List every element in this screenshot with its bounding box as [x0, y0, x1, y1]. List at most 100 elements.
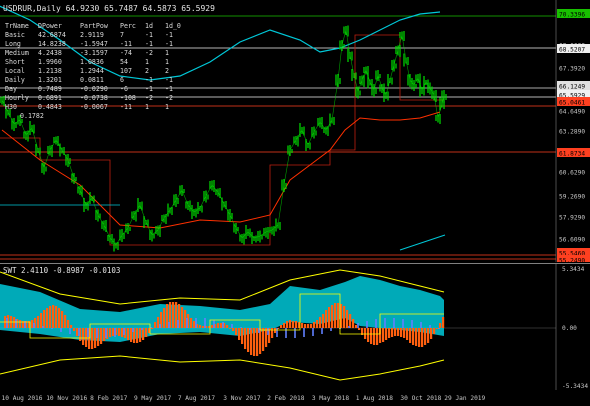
- time-axis: 10 Aug 2016 10 Nov 2016 8 Feb 2017 9 May 20…: [0, 389, 590, 406]
- table-cell: -0.0738: [80, 94, 108, 102]
- table-cell: -1.5947: [80, 40, 108, 48]
- orange-histogram-bar: [364, 328, 367, 339]
- time-axis-label: 8 Feb 2017: [90, 395, 128, 402]
- orange-histogram-bar: [61, 311, 64, 328]
- price-label: 65.0461: [559, 100, 585, 107]
- price-chart-canvas[interactable]: USDRUR,Daily 64.9230 65.7487 64.5873 65.…: [0, 0, 590, 262]
- blue-histogram-bar: [357, 323, 359, 328]
- orange-histogram-bar: [406, 328, 409, 340]
- blue-histogram-bar: [429, 325, 431, 328]
- trend-power-table: TrName DPower PartPow Perc 1d 1d_0 Basic 42.687…: [5, 22, 181, 120]
- orange-histogram-bar: [376, 328, 379, 345]
- time-axis-label: 7 Aug 2017: [178, 395, 216, 402]
- lower-envelope-line: [0, 355, 445, 381]
- orange-histogram-bar: [118, 328, 121, 336]
- table-cell: Daily: [5, 76, 25, 84]
- table-cell: -1: [145, 76, 153, 84]
- blue-histogram-bar: [195, 318, 197, 328]
- blue-histogram-bar: [294, 328, 296, 338]
- table-cell: 1: [145, 103, 149, 111]
- orange-histogram-bar: [385, 328, 388, 340]
- blue-histogram-bar: [249, 328, 251, 330]
- orange-histogram-bar: [49, 306, 52, 328]
- indicator-title: SWT 2.4110 -0.8987 -0.0103: [3, 266, 120, 275]
- blue-histogram-bar: [312, 328, 314, 336]
- blue-histogram-bar: [330, 328, 332, 331]
- time-axis-label: 30 Oct 2018: [400, 395, 441, 402]
- orange-histogram-bar: [121, 328, 124, 337]
- blue-histogram-bar: [285, 328, 287, 338]
- orange-histogram-bar: [262, 328, 265, 351]
- price-label: 67.3920: [559, 66, 585, 73]
- main-price-chart[interactable]: USDRUR,Daily 64.9230 65.7487 64.5873 65.…: [0, 0, 590, 262]
- table-cell: 54: [120, 58, 128, 66]
- price-label: 60.6290: [559, 170, 585, 177]
- table-cell: 1.9960: [38, 58, 62, 66]
- blue-histogram-bar: [267, 328, 269, 335]
- orange-histogram-bar: [415, 328, 418, 346]
- orange-histogram-bar: [331, 305, 334, 328]
- blue-histogram-bar: [240, 327, 242, 328]
- orange-histogram-bar: [85, 328, 88, 347]
- table-cell: 14.8238: [38, 40, 66, 48]
- price-label: 56.6090: [559, 237, 585, 244]
- blue-histogram-bar: [60, 328, 62, 332]
- orange-histogram-bar: [76, 328, 79, 336]
- price-label: 66.1249: [559, 84, 585, 91]
- orange-histogram-bar: [103, 328, 106, 341]
- orange-histogram-bar: [409, 328, 412, 343]
- indicator-canvas[interactable]: SWT 2.4110 -0.8987 -0.0103 5.34340.00-5.…: [0, 264, 590, 390]
- orange-histogram-bar: [352, 319, 355, 328]
- price-label: 64.6490: [559, 109, 585, 116]
- table-cell: 2: [145, 67, 149, 75]
- table-cell: Short: [5, 58, 25, 66]
- orange-histogram-bar: [67, 320, 70, 328]
- table-cell: 0.6891: [38, 94, 62, 102]
- blue-histogram-bar: [420, 322, 422, 328]
- orange-histogram-bar: [313, 322, 316, 328]
- orange-histogram-bar: [43, 310, 46, 328]
- orange-histogram-bar: [424, 328, 427, 345]
- orange-histogram-bar: [64, 315, 67, 328]
- orange-histogram-bar: [130, 328, 133, 342]
- blue-histogram-bar: [402, 319, 404, 328]
- table-cell: 2.9119: [80, 31, 104, 39]
- orange-histogram-bar: [325, 310, 328, 328]
- blue-histogram-bar: [159, 324, 161, 328]
- table-extra-value: 0.1782: [20, 112, 44, 120]
- orange-histogram-bar: [235, 328, 238, 335]
- blue-histogram-bar: [222, 322, 224, 328]
- orange-histogram-bar: [370, 328, 373, 344]
- table-cell: -0.0067: [80, 103, 108, 111]
- orange-histogram-bar: [232, 328, 235, 331]
- blue-histogram-bar: [375, 319, 377, 328]
- table-cell: -2: [165, 94, 173, 102]
- orange-histogram-bar: [154, 322, 157, 328]
- blue-histogram-bar: [69, 328, 71, 334]
- orange-histogram-bar: [436, 328, 439, 329]
- table-cell: 107: [120, 67, 132, 75]
- orange-histogram-bar: [229, 328, 232, 329]
- table-cell: 2: [165, 67, 169, 75]
- medium-trend-curve: [1, 111, 441, 229]
- orange-histogram-bar: [184, 310, 187, 328]
- price-axis: 70.339669.660068.520767.392066.124965.59…: [555, 0, 590, 262]
- orange-histogram-bar: [280, 325, 283, 328]
- table-cell: -1: [145, 85, 153, 93]
- table-cell: 1.2138: [38, 67, 62, 75]
- orange-histogram-bar: [145, 328, 148, 337]
- swt-indicator-panel[interactable]: SWT 2.4110 -0.8987 -0.0103 5.3434 0.00 -5.…: [0, 263, 590, 390]
- orange-histogram-bar: [202, 326, 205, 328]
- blue-histogram-bar: [204, 318, 206, 328]
- table-header: TrName: [5, 22, 29, 30]
- orange-histogram-bar: [388, 328, 391, 338]
- orange-histogram-bar: [286, 321, 289, 328]
- table-cell: -0.0290: [80, 85, 108, 93]
- orange-histogram-bar: [40, 313, 43, 328]
- orange-histogram-bar: [400, 328, 403, 337]
- orange-histogram-bar: [301, 323, 304, 328]
- orange-histogram-bar: [397, 328, 400, 336]
- blue-histogram-bar: [321, 328, 323, 334]
- table-cell: -11: [120, 103, 132, 111]
- indicator-scale-label: 5.3434: [562, 266, 585, 273]
